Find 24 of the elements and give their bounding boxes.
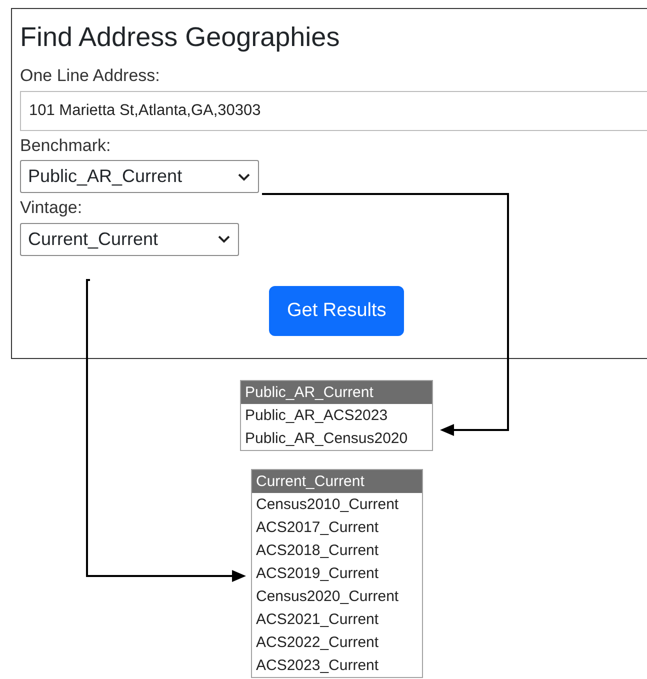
get-results-button[interactable]: Get Results bbox=[269, 286, 404, 336]
option-item[interactable]: ACS2021_Current bbox=[252, 608, 422, 631]
option-item[interactable]: ACS2017_Current bbox=[252, 516, 422, 539]
option-item[interactable]: ACS2019_Current bbox=[252, 562, 422, 585]
option-item[interactable]: ACS2023_Current bbox=[252, 654, 422, 677]
option-item[interactable]: Current_Current bbox=[252, 470, 422, 493]
vintage-select[interactable]: Current_Current bbox=[20, 222, 239, 256]
option-item[interactable]: ACS2022_Current bbox=[252, 631, 422, 654]
option-item[interactable]: Census2020_Current bbox=[252, 585, 422, 608]
select-value: Current_Current bbox=[28, 228, 158, 251]
option-item[interactable]: Public_AR_ACS2023 bbox=[241, 404, 432, 427]
page-title: Find Address Geographies bbox=[20, 21, 341, 54]
option-item[interactable]: Census2010_Current bbox=[252, 493, 422, 516]
option-item[interactable]: Public_AR_Census2020 bbox=[241, 427, 432, 450]
caret-icon bbox=[238, 172, 250, 181]
caret-icon bbox=[218, 235, 230, 244]
option-item[interactable]: ACS2018_Current bbox=[252, 539, 422, 562]
option-item[interactable]: Public_AR_Current bbox=[241, 381, 432, 404]
field-label: Benchmark: bbox=[20, 136, 111, 156]
benchmark-select[interactable]: Public_AR_Current bbox=[20, 160, 259, 194]
address-field[interactable]: 101 Marietta St,Atlanta,GA,30303 bbox=[20, 90, 647, 131]
field-label: One Line Address: bbox=[20, 66, 160, 87]
select-value: Public_AR_Current bbox=[28, 165, 182, 188]
field-label: Vintage: bbox=[20, 198, 82, 219]
